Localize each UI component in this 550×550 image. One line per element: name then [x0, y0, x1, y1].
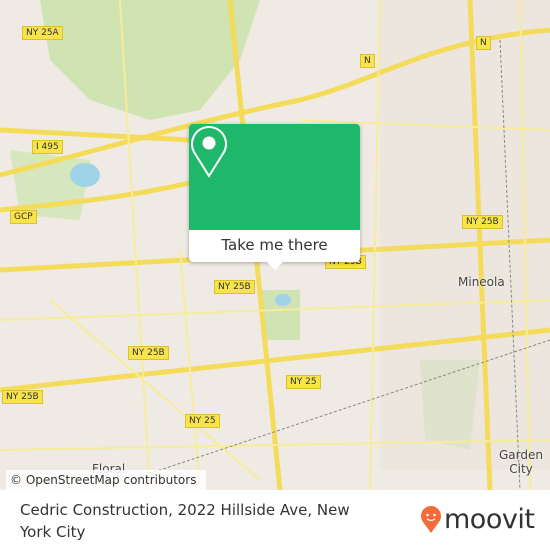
popup-header [189, 124, 360, 230]
route-shield: NY 25B [2, 390, 43, 404]
route-shield: NY 25B [462, 215, 503, 229]
take-me-there-button[interactable]: Take me there [189, 230, 360, 262]
route-shield: GCP [10, 210, 37, 224]
route-shield: NY 25B [214, 280, 255, 294]
route-shield: NY 25 [286, 375, 321, 389]
place-title: Cedric Construction, 2022 Hillside Ave, … [20, 501, 350, 541]
route-shield: NY 25B [128, 346, 169, 360]
attribution[interactable]: © OpenStreetMap contributors [6, 470, 206, 490]
popup-tip [267, 262, 283, 270]
footer: Cedric Construction, 2022 Hillside Ave, … [0, 490, 550, 550]
place-label: Garden City [499, 448, 543, 476]
route-shield: N [360, 54, 375, 68]
route-shield: I 495 [32, 140, 63, 154]
moovit-logo[interactable]: moovit [420, 504, 535, 535]
map[interactable]: NY 25A N N I 495 GCP NY 25B NY 25B NY 25… [0, 0, 550, 490]
route-shield: NY 25A [22, 26, 63, 40]
moovit-pin-icon [421, 505, 441, 533]
route-shield: NY 25 [185, 414, 220, 428]
destination-popup[interactable]: Take me there [189, 124, 360, 270]
map-pin-icon [191, 126, 227, 178]
route-shield: N [476, 36, 491, 50]
place-label: Mineola [458, 275, 505, 289]
logo-text: moovit [444, 504, 535, 535]
